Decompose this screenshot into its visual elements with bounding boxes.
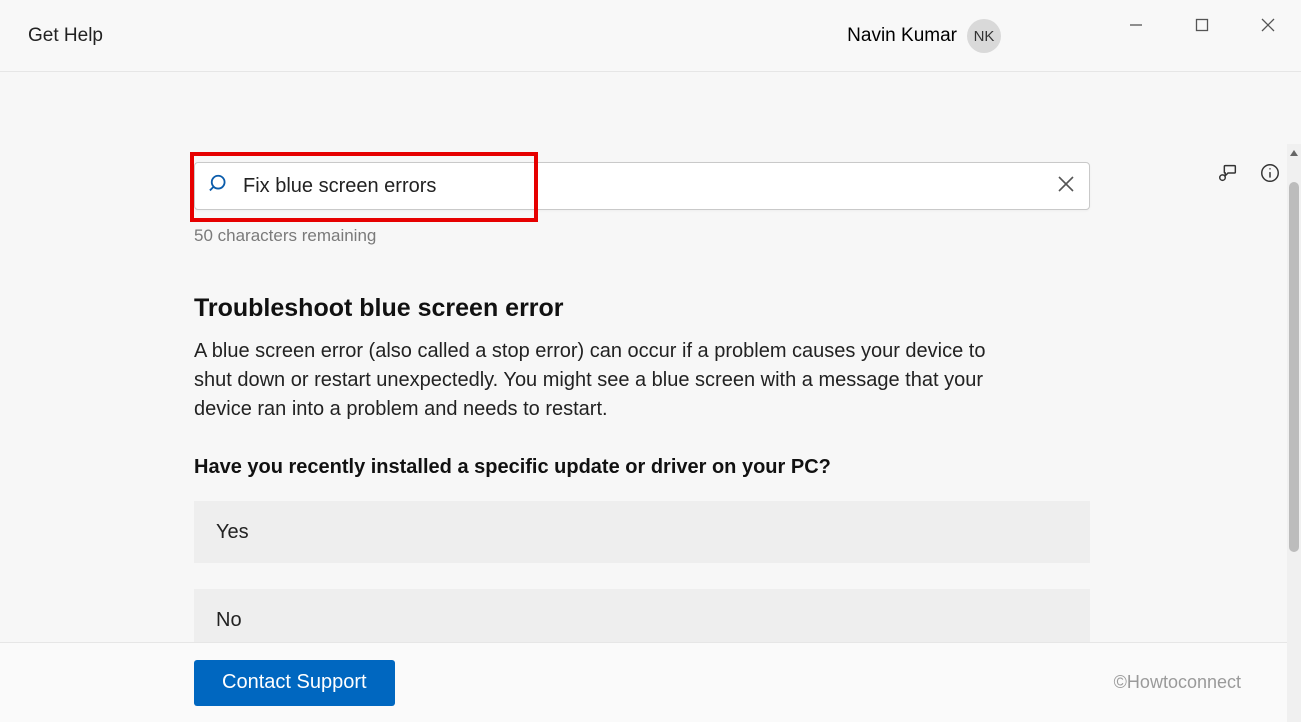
article-body: A blue screen error (also called a stop … <box>194 337 1014 424</box>
search-box[interactable] <box>194 162 1090 210</box>
info-icon[interactable] <box>1259 162 1281 189</box>
content: 50 characters remaining Troubleshoot blu… <box>194 162 1090 651</box>
user-name: Navin Kumar <box>847 25 957 47</box>
avatar[interactable]: NK <box>967 19 1001 53</box>
minimize-icon <box>1129 18 1143 32</box>
feedback-icon[interactable] <box>1217 162 1239 189</box>
close-window-button[interactable] <box>1235 0 1301 50</box>
page-body: 50 characters remaining Troubleshoot blu… <box>0 72 1301 722</box>
maximize-icon <box>1195 18 1209 32</box>
scroll-up-arrow[interactable] <box>1287 144 1301 162</box>
window-controls <box>1103 0 1301 50</box>
app-title: Get Help <box>28 25 103 47</box>
close-icon <box>1261 18 1275 32</box>
contact-support-button[interactable]: Contact Support <box>194 660 395 706</box>
scrollbar-thumb[interactable] <box>1289 182 1299 552</box>
top-right-toolbar <box>1217 162 1281 189</box>
maximize-button[interactable] <box>1169 0 1235 50</box>
article-question: Have you recently installed a specific u… <box>194 456 1090 479</box>
watermark: ©Howtoconnect <box>1114 672 1241 693</box>
article-heading: Troubleshoot blue screen error <box>194 294 1090 323</box>
minimize-button[interactable] <box>1103 0 1169 50</box>
clear-search-button[interactable] <box>1057 175 1075 198</box>
bottom-bar: Contact Support ©Howtoconnect <box>0 642 1301 722</box>
choice-yes[interactable]: Yes <box>194 501 1090 563</box>
titlebar: Get Help Navin Kumar NK <box>0 0 1301 72</box>
characters-remaining: 50 characters remaining <box>194 226 1090 246</box>
search-input[interactable] <box>243 175 1045 198</box>
article: Troubleshoot blue screen error A blue sc… <box>194 294 1090 651</box>
user-area[interactable]: Navin Kumar NK <box>847 0 1001 72</box>
search-icon <box>209 173 231 200</box>
